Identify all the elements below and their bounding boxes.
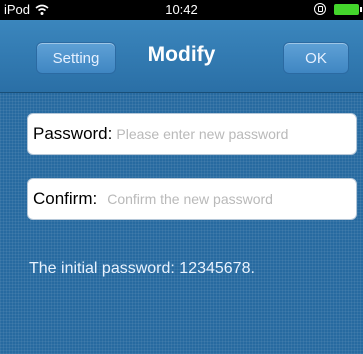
status-right: [314, 3, 362, 15]
ok-button[interactable]: OK: [283, 42, 349, 74]
password-field[interactable]: Password:: [27, 113, 357, 155]
battery-icon: [334, 3, 362, 15]
password-input[interactable]: [112, 125, 356, 143]
confirm-field[interactable]: Confirm:: [27, 178, 357, 220]
status-time: 10:42: [165, 2, 198, 17]
confirm-label: Confirm:: [33, 189, 98, 208]
nav-bar: Setting Modify OK: [0, 20, 363, 93]
password-label: Password:: [33, 124, 113, 143]
content-area: Password: Confirm: The initial password:…: [0, 93, 363, 354]
initial-password-info: The initial password: 12345678.: [29, 260, 255, 277]
status-bar: iPod 10:42: [0, 0, 363, 20]
confirm-input[interactable]: [97, 190, 356, 208]
lock-icon: [314, 3, 326, 15]
